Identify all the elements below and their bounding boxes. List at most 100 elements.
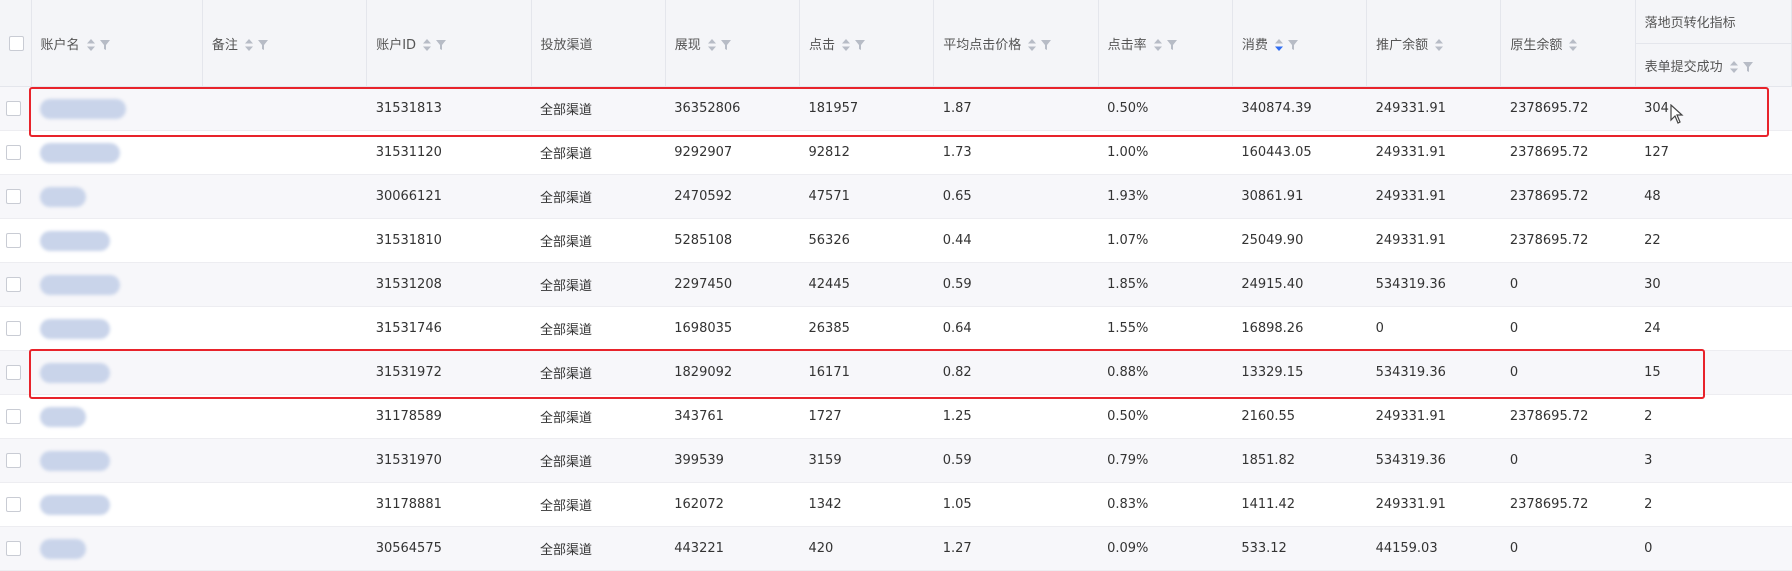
redacted-account-name [40,274,121,295]
cell-promo-balance: 534319.36 [1366,262,1501,307]
table-row[interactable]: 31531813 全部渠道 36352806 181957 1.87 0.50% 34087… [0,86,1792,131]
row-checkbox[interactable] [6,145,21,160]
table-row[interactable]: 31178589 全部渠道 343761 1727 1.25 0.50% 2160.55 24… [0,394,1792,439]
row-checkbox[interactable] [6,321,21,336]
row-checkbox[interactable] [6,409,21,424]
sort-icon[interactable] [86,39,95,51]
cell-ctr: 0.50% [1098,394,1233,439]
cell-account-name [31,482,203,527]
cell-avg-cpc: 1.05 [933,482,1099,527]
table-row[interactable]: 31178881 全部渠道 162072 1342 1.05 0.83% 1411.42 24… [0,482,1792,527]
col-header-promo-balance[interactable]: 推广余额 [1366,0,1502,87]
sort-icon[interactable] [1153,39,1162,51]
col-header-ctr[interactable]: 点击率 [1098,0,1233,87]
cell-avg-cpc: 1.73 [933,130,1099,175]
redacted-account-name [40,538,87,559]
cell-channel: 全部渠道 [531,262,666,307]
cell-promo-balance: 534319.36 [1366,438,1501,483]
cell-remark [202,438,367,483]
row-checkbox[interactable] [6,101,21,116]
table-row[interactable]: 31531972 全部渠道 1829092 16171 0.82 0.88% 13329.1… [0,350,1792,395]
filter-icon[interactable] [1287,40,1298,50]
cell-account-id: 31178589 [366,394,531,439]
cell-account-id: 30564575 [366,526,531,571]
sort-icon[interactable] [1729,61,1738,73]
select-all-checkbox[interactable] [9,35,24,51]
cell-avg-cpc: 1.87 [933,86,1099,131]
col-header-form-submit[interactable]: 表单提交成功 [1635,43,1792,87]
cell-remark [202,350,367,395]
col-header-clicks[interactable]: 点击 [799,0,935,87]
col-header-account-id[interactable]: 账户ID [366,0,532,87]
redacted-account-name [40,362,111,383]
table-row[interactable]: 31531208 全部渠道 2297450 42445 0.59 1.85% 24915.4… [0,262,1792,307]
filter-icon[interactable] [1742,62,1753,72]
col-header-account-name[interactable]: 账户名 [31,0,203,87]
sort-icon[interactable] [423,39,432,51]
filter-icon[interactable] [720,40,731,50]
cell-account-id: 31178881 [366,482,531,527]
row-checkbox[interactable] [6,365,21,380]
table-row[interactable]: 31531970 全部渠道 399539 3159 0.59 0.79% 1851.82 53… [0,438,1792,483]
cell-origin-balance: 2378695.72 [1500,218,1636,263]
cell-account-name [31,526,203,571]
sort-icon[interactable] [1435,39,1444,51]
col-header-remark[interactable]: 备注 [202,0,368,87]
redacted-account-name [40,494,111,515]
cell-form-submit: 0 [1635,526,1792,571]
sort-icon[interactable] [707,39,716,51]
cell-account-name [31,218,203,263]
row-checkbox[interactable] [6,189,21,204]
cell-origin-balance: 2378695.72 [1500,174,1636,219]
row-checkbox[interactable] [6,233,21,248]
filter-icon[interactable] [99,40,110,50]
cell-account-name [31,350,203,395]
row-checkbox[interactable] [6,277,21,292]
cell-promo-balance: 249331.91 [1366,174,1501,219]
row-select-cell [0,262,32,307]
filter-icon[interactable] [1166,40,1177,50]
cell-clicks: 26385 [799,306,934,351]
table-row[interactable]: 30066121 全部渠道 2470592 47571 0.65 1.93% 30861.9… [0,174,1792,219]
table-row[interactable]: 31531746 全部渠道 1698035 26385 0.64 1.55% 16898.2… [0,306,1792,351]
col-header-label: 展现 [674,37,701,53]
sort-icon[interactable] [842,39,851,51]
sort-icon[interactable] [244,39,253,51]
row-checkbox[interactable] [6,541,21,556]
filter-icon[interactable] [855,40,866,50]
cell-form-submit: 30 [1635,262,1792,307]
cell-account-id: 31531813 [366,86,531,131]
col-header-origin-balance[interactable]: 原生余额 [1500,0,1636,87]
col-header-impressions[interactable]: 展现 [665,0,801,87]
cell-promo-balance: 249331.91 [1366,394,1501,439]
filter-icon[interactable] [1041,40,1052,50]
cell-avg-cpc: 0.59 [933,262,1099,307]
col-header-avg-cpc[interactable]: 平均点击价格 [933,0,1099,87]
table-row[interactable]: 30564575 全部渠道 443221 420 1.27 0.09% 533.12 4415… [0,526,1792,571]
col-header-cost[interactable]: 消费 [1232,0,1368,87]
filter-icon[interactable] [436,40,447,50]
cell-origin-balance: 0 [1500,262,1636,307]
row-checkbox[interactable] [6,497,21,512]
cell-clicks: 92812 [799,130,934,175]
sort-icon[interactable] [1028,39,1037,51]
cell-ctr: 0.09% [1098,526,1233,571]
cell-promo-balance: 0 [1366,306,1501,351]
sort-icon[interactable] [1274,39,1283,51]
table-row[interactable]: 31531810 全部渠道 5285108 56326 0.44 1.07% 25049.9… [0,218,1792,263]
cell-impressions: 399539 [665,438,800,483]
cell-avg-cpc: 0.59 [933,438,1099,483]
row-select-cell [0,218,32,263]
col-header-channel: 投放渠道 [531,0,666,87]
cell-clicks: 1727 [799,394,934,439]
filter-icon[interactable] [257,40,268,50]
row-checkbox[interactable] [6,453,21,468]
cell-cost: 533.12 [1232,526,1367,571]
sort-icon[interactable] [1569,39,1578,51]
cell-ctr: 1.85% [1098,262,1233,307]
cell-impressions: 343761 [665,394,800,439]
table-row[interactable]: 31531120 全部渠道 9292907 92812 1.73 1.00% 160443.… [0,130,1792,175]
row-select-cell [0,438,32,483]
cell-impressions: 5285108 [665,218,800,263]
cell-account-id: 31531972 [366,350,531,395]
